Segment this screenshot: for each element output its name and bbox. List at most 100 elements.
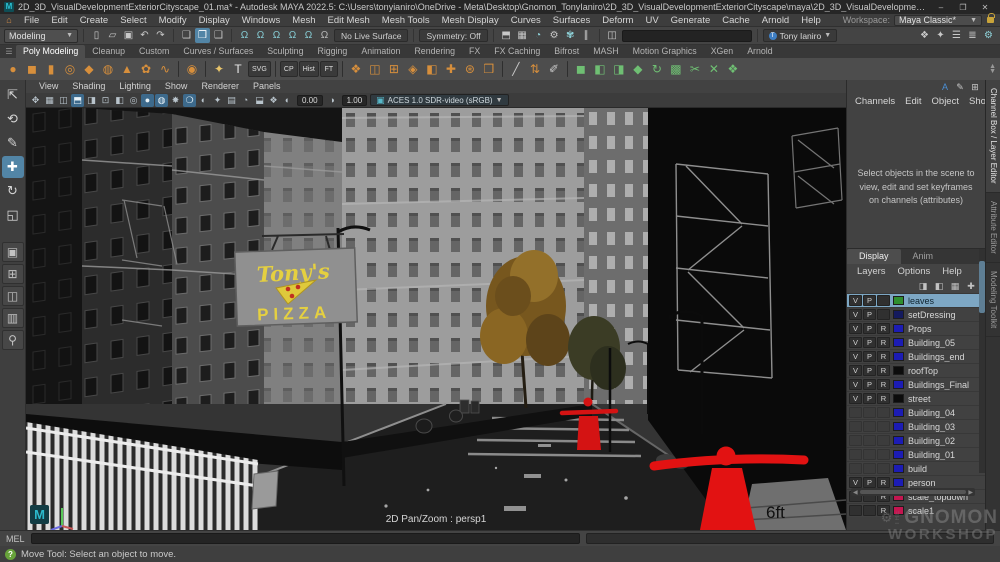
home-icon[interactable]: ⌂ [0, 15, 18, 25]
menu-item[interactable]: Mesh Tools [376, 14, 436, 27]
shelf-tab[interactable]: Rigging [310, 45, 354, 58]
layer-row[interactable]: Building_01 [847, 448, 985, 461]
sphere-primitive-menu-icon[interactable]: ◉ [183, 60, 201, 78]
ipr-render-icon[interactable]: ◔ [531, 28, 546, 43]
resolution-gate-icon[interactable]: ⬒ [71, 94, 84, 107]
gamma-field[interactable]: 1.00 [342, 95, 368, 106]
exposure-field[interactable]: 0.00 [297, 95, 323, 106]
depth-of-field-icon[interactable]: ◔ [239, 94, 252, 107]
layer-display-type-toggle[interactable] [877, 407, 890, 418]
layer-playback-toggle[interactable]: P [863, 393, 876, 404]
layer-row[interactable]: V P R Buildings_end [847, 350, 985, 363]
super-shape-icon[interactable]: ✦ [210, 60, 228, 78]
channel-box-toggle-icon[interactable]: ☰ [949, 28, 964, 43]
layer-playback-toggle[interactable]: P [863, 295, 876, 306]
freeze-transform-button[interactable]: FT [320, 61, 338, 77]
layer-row[interactable]: build [847, 462, 985, 475]
layer-display-type-toggle[interactable]: R [877, 365, 890, 376]
outliner-layout-button[interactable]: ▥ [2, 308, 24, 328]
sidebar-vertical-tab[interactable]: Modeling Toolkit [986, 263, 1000, 337]
layer-display-type-toggle[interactable]: R [877, 351, 890, 362]
bridge-icon[interactable]: ✚ [442, 60, 460, 78]
channel-box-menu-item[interactable]: Object [928, 96, 963, 107]
type-tool-icon[interactable]: T [229, 60, 247, 78]
layer-visibility-toggle[interactable] [849, 435, 862, 446]
viewport-menu-item[interactable]: View [32, 80, 65, 93]
help-icon[interactable]: ? [5, 549, 16, 560]
layer-name[interactable]: Building_03 [908, 422, 955, 432]
modeling-toolkit-toggle-icon[interactable]: ❖ [917, 28, 932, 43]
layer-playback-toggle[interactable]: P [863, 351, 876, 362]
layer-playback-toggle[interactable]: P [863, 477, 876, 488]
account-chip[interactable]: T Tony Ianiro ▼ [763, 29, 838, 42]
scroll-left-icon[interactable]: ◀ [853, 489, 858, 496]
layer-playback-toggle[interactable]: P [863, 337, 876, 348]
menu-item[interactable]: Modify [153, 14, 193, 27]
mirror-icon[interactable]: ❒ [480, 60, 498, 78]
layer-name[interactable]: build [908, 464, 927, 474]
move-layer-down-icon[interactable]: ◧ [933, 280, 945, 292]
move-tool[interactable]: ✚ [2, 156, 24, 178]
quad-draw-icon[interactable]: ▩ [667, 60, 685, 78]
zoom-tool-button[interactable]: ⚲ [2, 330, 24, 350]
layer-visibility-toggle[interactable]: V [849, 323, 862, 334]
menu-item[interactable]: Cache [716, 14, 755, 27]
channel-box-menu-item[interactable]: Edit [901, 96, 925, 107]
attribute-a-icon[interactable]: A [939, 81, 951, 93]
offset-edge-loop-icon[interactable]: ◨ [610, 60, 628, 78]
layer-name[interactable]: setDressing [908, 310, 956, 320]
workspace-select[interactable]: Maya Classic* ▼ [894, 15, 982, 26]
layer-display-type-toggle[interactable]: R [877, 393, 890, 404]
shaded-icon[interactable]: ● [141, 94, 154, 107]
layer-display-type-toggle[interactable]: R [877, 337, 890, 348]
target-weld-icon[interactable]: ❖ [724, 60, 742, 78]
layer-visibility-toggle[interactable]: V [849, 393, 862, 404]
menu-item[interactable]: Surfaces [547, 14, 597, 27]
pause-icon[interactable]: ∥ [579, 28, 594, 43]
lasso-select-tool[interactable]: ⟲ [2, 108, 24, 130]
undo-icon[interactable]: ↶ [137, 28, 152, 43]
layer-visibility-toggle[interactable]: V [849, 309, 862, 320]
layer-name[interactable]: Buildings_end [908, 352, 965, 362]
svg-tool-button[interactable]: SVG [248, 61, 271, 77]
layer-color-swatch[interactable] [893, 380, 904, 389]
four-pane-layout-button[interactable]: ⊞ [2, 264, 24, 284]
multisample-icon[interactable]: ▤ [225, 94, 238, 107]
shelf-tab[interactable]: Sculpting [260, 45, 310, 58]
layer-row[interactable]: V P R Props [847, 322, 985, 335]
layer-playback-toggle[interactable] [863, 421, 876, 432]
lock-icon[interactable] [987, 17, 994, 23]
layer-row[interactable]: R scale1 [847, 504, 985, 517]
layer-playback-toggle[interactable] [863, 505, 876, 516]
menu-item[interactable]: File [18, 14, 45, 27]
poly-cone-icon[interactable]: ▲ [118, 60, 136, 78]
layer-color-swatch[interactable] [893, 394, 904, 403]
delete-edge-icon[interactable]: ✕ [705, 60, 723, 78]
layer-name[interactable]: scale1 [908, 506, 934, 516]
attribute-editor-toggle-icon[interactable]: ≣ [965, 28, 980, 43]
layer-row[interactable]: V P R Buildings_Final [847, 378, 985, 391]
maximize-button[interactable]: ❐ [952, 1, 974, 14]
layer-horizontal-scrollbar[interactable]: ◀ ▶ [851, 488, 975, 496]
grid-toggle-icon[interactable]: ▦ [43, 94, 56, 107]
sidebar-vertical-tab[interactable]: Attribute Editor [986, 193, 1000, 263]
poly-helix-icon[interactable]: ∿ [156, 60, 174, 78]
layer-name[interactable]: Building_05 [908, 338, 955, 348]
quick-selection-input[interactable] [622, 30, 752, 42]
layer-playback-toggle[interactable] [863, 407, 876, 418]
live-surface-field[interactable]: No Live Surface [334, 29, 408, 42]
shelf-tab[interactable]: Poly Modeling [16, 45, 85, 58]
viewport-menu-item[interactable]: Renderer [194, 80, 246, 93]
viewport-menu-item[interactable]: Panels [246, 80, 288, 93]
create-curve-icon[interactable]: ╱ [507, 60, 525, 78]
new-layer-icon[interactable]: ✚ [965, 280, 977, 292]
select-component-icon[interactable]: ❑ [211, 28, 226, 43]
layer-visibility-toggle[interactable] [849, 463, 862, 474]
extrude-icon[interactable]: ◧ [423, 60, 441, 78]
poly-plane-icon[interactable]: ◆ [80, 60, 98, 78]
close-button[interactable]: ✕ [974, 1, 996, 14]
menu-item[interactable]: Deform [596, 14, 639, 27]
isolate-select-icon[interactable]: ⬓ [253, 94, 266, 107]
shelf-tab[interactable]: Custom [132, 45, 176, 58]
camera-lock-icon[interactable]: ✥ [29, 94, 42, 107]
